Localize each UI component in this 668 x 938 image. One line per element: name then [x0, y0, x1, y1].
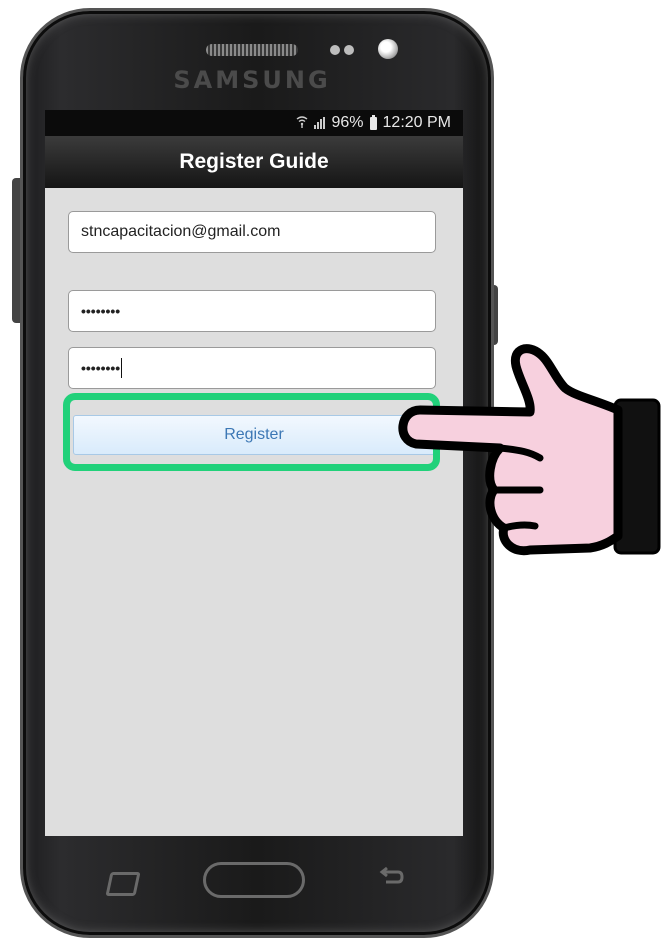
password-value: ••••••••: [81, 303, 121, 319]
back-key-icon[interactable]: [372, 866, 412, 896]
email-field[interactable]: stncapacitacion@gmail.com: [68, 211, 436, 253]
light-sensor: [344, 45, 354, 55]
clock: 12:20 PM: [382, 114, 451, 131]
confirm-password-value: ••••••••: [81, 360, 121, 376]
confirm-password-field[interactable]: ••••••••: [68, 347, 436, 389]
battery-icon: [369, 114, 377, 130]
highlight-box: [63, 393, 440, 471]
wifi-icon: [296, 115, 308, 131]
app-header: Register Guide: [45, 136, 463, 188]
front-camera: [378, 39, 398, 59]
email-value: stncapacitacion@gmail.com: [81, 223, 281, 240]
password-field[interactable]: ••••••••: [68, 290, 436, 332]
page-title: Register Guide: [179, 150, 329, 173]
text-cursor: [121, 358, 123, 378]
home-key-icon[interactable]: [203, 862, 305, 898]
recent-apps-key-icon[interactable]: [105, 872, 141, 896]
status-bar: 96% 12:20 PM: [45, 110, 463, 136]
signal-icon: [314, 117, 326, 129]
brand-logo: SAMSUNG: [173, 66, 331, 94]
battery-percent: 96%: [331, 114, 364, 131]
earpiece-speaker: [206, 44, 298, 56]
proximity-sensor: [330, 45, 340, 55]
pointing-hand-icon: [398, 344, 661, 556]
